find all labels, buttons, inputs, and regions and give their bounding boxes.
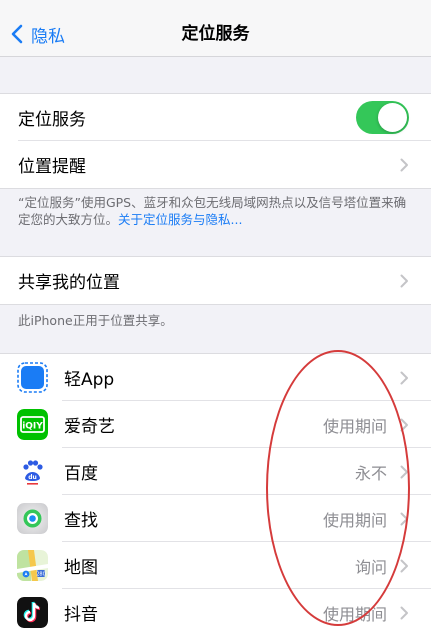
app-name: 查找	[64, 511, 98, 531]
chevron-right-icon	[400, 418, 408, 432]
svg-text:du: du	[28, 474, 37, 481]
toggle-knob	[378, 103, 407, 132]
location-footnote: “定位服务”使用GPS、蓝牙和众包无线局域网热点以及信号塔位置来确定您的大致方位…	[18, 194, 414, 228]
location-services-row: 定位服务	[0, 94, 431, 141]
location-services-label: 定位服务	[18, 110, 86, 130]
find-my-icon	[17, 503, 48, 534]
app-name: 百度	[64, 464, 98, 484]
app-name: 地图	[64, 558, 98, 578]
location-services-toggle[interactable]	[356, 101, 409, 134]
chevron-right-icon	[400, 465, 408, 479]
app-row-maps[interactable]: 280 地图 询问	[0, 542, 431, 589]
app-name: 轻App	[64, 370, 115, 390]
share-footnote: 此iPhone正用于位置共享。	[18, 313, 173, 328]
location-settings-group: 定位服务 位置提醒	[0, 93, 431, 189]
tiktok-icon	[17, 597, 48, 628]
app-permission: 询问	[354, 557, 387, 577]
app-permission: 使用期间	[322, 416, 387, 436]
location-alerts-row[interactable]: 位置提醒	[0, 141, 431, 188]
app-row-iqiyi[interactable]: iQIY 爱奇艺 使用期间	[0, 401, 431, 448]
chevron-right-icon	[400, 559, 408, 573]
app-row-tiktok[interactable]: 抖音 使用期间	[0, 589, 431, 636]
app-row-baidu[interactable]: du 百度 永不	[0, 448, 431, 495]
location-alerts-label: 位置提醒	[18, 157, 86, 177]
maps-icon: 280	[17, 550, 48, 581]
app-name: 抖音	[64, 605, 98, 625]
app-permission: 永不	[354, 463, 387, 483]
svg-text:iQIY: iQIY	[22, 422, 43, 432]
app-permission: 使用期间	[322, 604, 387, 624]
page-title: 定位服务	[181, 24, 250, 44]
light-app-icon	[17, 362, 48, 393]
app-permission: 使用期间	[322, 510, 387, 530]
share-location-group: 共享我的位置	[0, 256, 431, 305]
navigation-bar: 隐私 定位服务	[0, 0, 431, 57]
share-my-location-label: 共享我的位置	[18, 273, 120, 293]
chevron-right-icon	[400, 371, 408, 385]
chevron-right-icon	[400, 512, 408, 526]
privacy-link[interactable]: 关于定位服务与隐私...	[118, 212, 242, 227]
app-list: 轻App iQIY 爱奇艺 使用期间 du 百度 永不 查找 使用期间 280	[0, 353, 431, 639]
app-row-light-app[interactable]: 轻App	[0, 354, 431, 401]
chevron-right-icon	[400, 606, 408, 620]
iqiyi-icon: iQIY	[17, 409, 48, 440]
svg-text:280: 280	[36, 572, 46, 578]
app-name: 爱奇艺	[64, 417, 115, 437]
app-row-find-my[interactable]: 查找 使用期间	[0, 495, 431, 542]
chevron-right-icon	[400, 274, 408, 288]
baidu-icon: du	[17, 456, 48, 487]
share-my-location-row[interactable]: 共享我的位置	[0, 257, 431, 304]
chevron-right-icon	[400, 158, 408, 172]
